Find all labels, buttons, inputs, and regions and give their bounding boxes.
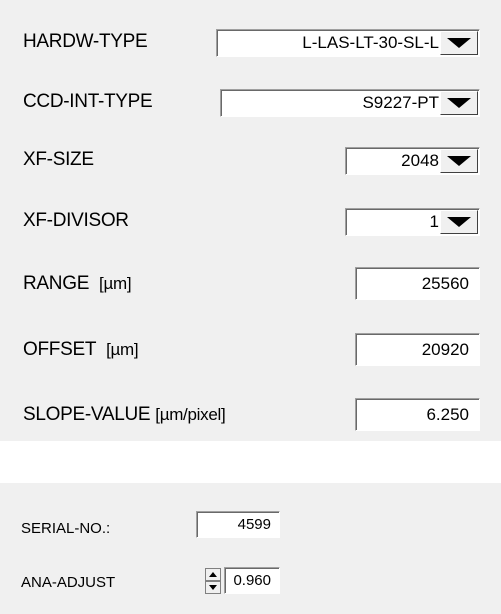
settings-panel: HARDW-TYPE L-LAS-LT-30-SL-L CCD-INT-TYPE… <box>0 0 501 441</box>
range-label: RANGE [µm] <box>23 273 132 295</box>
dropdown-arrow-icon <box>447 156 471 166</box>
hardw-type-label: HARDW-TYPE <box>23 31 148 52</box>
ccd-int-type-label: CCD-INT-TYPE <box>23 91 153 112</box>
range-input[interactable]: 25560 <box>355 267 480 300</box>
range-value: 25560 <box>421 274 469 293</box>
offset-input[interactable]: 20920 <box>355 333 480 366</box>
offset-label: OFFSET [µm] <box>23 339 139 361</box>
ana-adjust-label: ANA-ADJUST <box>21 574 116 591</box>
slope-value-input[interactable]: 6.250 <box>355 398 480 431</box>
dropdown-arrow-icon <box>447 217 471 227</box>
slope-value-label: SLOPE-VALUE [µm/pixel] <box>23 404 226 426</box>
ana-adjust-input[interactable]: 0.960 <box>224 567 280 594</box>
slope-value-label-text: SLOPE-VALUE <box>23 404 151 425</box>
ccd-int-type-dropdown-button[interactable] <box>440 91 478 115</box>
dropdown-arrow-icon <box>447 98 471 108</box>
xf-divisor-label: XF-DIVISOR <box>23 210 129 231</box>
offset-value: 20920 <box>421 340 469 359</box>
dropdown-arrow-icon <box>447 38 471 48</box>
xf-size-dropdown-button[interactable] <box>440 149 478 173</box>
slope-value-value: 6.250 <box>426 405 469 424</box>
xf-size-label: XF-SIZE <box>23 149 94 170</box>
serial-no-value: 4599 <box>237 516 271 533</box>
offset-unit: [µm] <box>106 340 139 359</box>
ccd-int-type-dropdown[interactable]: S9227-PT <box>220 89 480 117</box>
spinner-up-button[interactable] <box>205 568 221 581</box>
ana-adjust-value: 0.960 <box>233 572 271 589</box>
hardw-type-dropdown-button[interactable] <box>440 31 478 55</box>
xf-divisor-dropdown-button[interactable] <box>440 210 478 234</box>
ccd-int-type-value: S9227-PT <box>362 93 439 112</box>
offset-label-text: OFFSET <box>23 339 97 360</box>
serial-no-field: 4599 <box>196 511 280 538</box>
spinner-down-button[interactable] <box>205 581 221 594</box>
hardw-type-value: L-LAS-LT-30-SL-L <box>302 33 439 52</box>
serial-no-label: SERIAL-NO.: <box>21 520 111 537</box>
range-label-text: RANGE <box>23 273 90 294</box>
xf-size-value: 2048 <box>401 151 439 170</box>
up-down-spinner-icon[interactable] <box>205 568 221 594</box>
hardw-type-dropdown[interactable]: L-LAS-LT-30-SL-L <box>216 29 480 57</box>
range-unit: [µm] <box>99 274 132 293</box>
xf-divisor-value: 1 <box>429 212 439 231</box>
info-panel: SERIAL-NO.: 4599 ANA-ADJUST 0.960 <box>0 483 501 614</box>
xf-size-dropdown[interactable]: 2048 <box>345 147 480 175</box>
xf-divisor-dropdown[interactable]: 1 <box>345 208 480 236</box>
slope-value-unit: [µm/pixel] <box>155 405 226 424</box>
